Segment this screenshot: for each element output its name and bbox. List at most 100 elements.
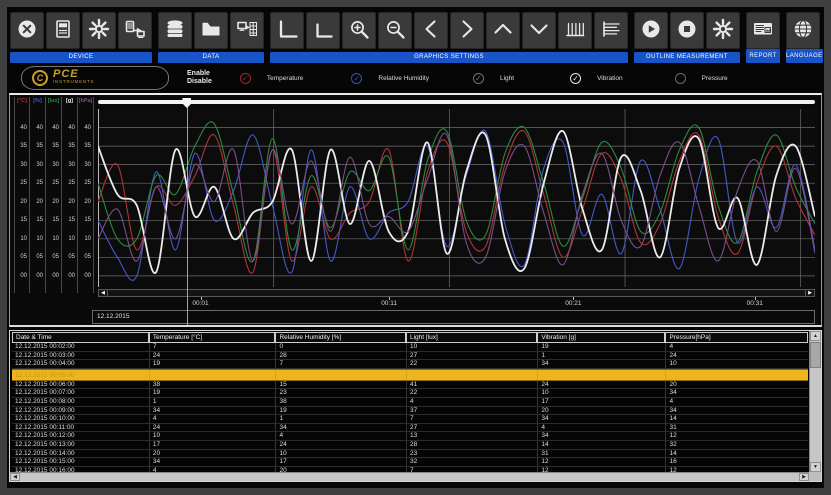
column-header-pressure-hpa[interactable]: Pressure[hPa] (665, 332, 808, 343)
axis-corner-button[interactable] (270, 12, 304, 49)
chart-scroll-right-icon[interactable]: ▶ (805, 290, 814, 296)
table-cell: 10 (406, 343, 537, 351)
table-cell: 19 (149, 389, 276, 397)
toolbar-group-language: LANGUAGE (786, 12, 823, 63)
axis-tick: 20 (46, 199, 59, 205)
language-button[interactable] (786, 12, 820, 49)
table-cell: 4 (665, 343, 808, 351)
column-header-relative-humidity[interactable]: Relative Humidity [%] (275, 332, 406, 343)
table-row[interactable]: 12.12.2015 00:08:001384174 (12, 398, 808, 407)
table-row[interactable]: 12.12.2015 00:06:003815412420 (12, 381, 808, 390)
scroll-left-icon[interactable]: ◀ (10, 473, 20, 481)
axis-tick: 25 (30, 180, 43, 186)
checkbox-icon[interactable]: ✓ (570, 73, 581, 84)
vertical-scroll-thumb[interactable] (810, 342, 821, 368)
table-cell: 22 (406, 360, 537, 368)
legend-item-temperature[interactable]: ✓Temperature (240, 73, 304, 84)
checkbox-icon[interactable]: ✓ (351, 73, 362, 84)
table-cell (537, 370, 665, 380)
axis-tick: 10 (62, 236, 75, 242)
tab-graphics-settings[interactable]: GRAPHICS SETTINGS (270, 52, 628, 63)
chart-time-slider[interactable] (98, 100, 815, 104)
table-row[interactable]: 12.12.2015 00:10:004173414 (12, 415, 808, 424)
axis-corner-alt-button[interactable] (306, 12, 340, 49)
table-cell: 32 (406, 458, 537, 466)
horizontal-scale-button[interactable] (594, 12, 628, 49)
table-cell: 19 (537, 343, 665, 351)
table-row[interactable]: 12.12.2015 00:03:00242827124 (12, 352, 808, 361)
scroll-left-button[interactable] (414, 12, 448, 49)
tab-outline-measurement[interactable]: OUTLINE MEASUREMENT (634, 52, 740, 63)
table-row-selected[interactable]: 12.12.2015 00:05:00 (12, 369, 808, 381)
slider-handle-icon[interactable] (182, 98, 191, 108)
folder-button[interactable] (194, 12, 228, 49)
column-header-temperature-c[interactable]: Temperature [°C] (149, 332, 276, 343)
scrollbar-corner (809, 472, 821, 481)
axis-tick: 40 (30, 125, 43, 131)
scroll-right-button[interactable] (450, 12, 484, 49)
checkbox-icon[interactable] (675, 73, 686, 84)
table-row[interactable]: 12.12.2015 00:02:007010194 (12, 343, 808, 352)
table-row[interactable]: 12.12.2015 00:09:003419372034 (12, 407, 808, 416)
chart-plot[interactable] (98, 109, 815, 287)
axis-tick: 25 (46, 180, 59, 186)
enable-disable-toggle[interactable]: Enable Disable (187, 70, 212, 87)
table-cell (275, 370, 406, 380)
tab-data[interactable]: DATA (158, 52, 264, 63)
legend-item-relative-humidity[interactable]: ✓ Relative Humidity (351, 73, 429, 84)
table-cell: 12.12.2015 00:14:00 (12, 450, 149, 458)
vertical-scale-button[interactable] (558, 12, 592, 49)
zoom-in-button[interactable] (342, 12, 376, 49)
scroll-up-button[interactable] (486, 12, 520, 49)
database-button[interactable] (158, 12, 192, 49)
table-row[interactable]: 12.12.2015 00:07:001923221034 (12, 389, 808, 398)
chart-scroll-left-icon[interactable]: ◀ (99, 290, 108, 296)
settings-button[interactable] (82, 12, 116, 49)
table-row[interactable]: 12.12.2015 00:12:00104133412 (12, 432, 808, 441)
table-cell: 10 (665, 360, 808, 368)
axis-tick: 00 (78, 273, 91, 279)
checkbox-icon[interactable]: ✓ (240, 73, 251, 84)
power-button[interactable] (10, 12, 44, 49)
table-cell: 31 (665, 424, 808, 432)
screen-to-table-button[interactable] (230, 12, 264, 49)
table-vertical-scrollbar[interactable]: ▲ ▼ (809, 331, 821, 472)
zoom-out-button[interactable] (378, 12, 412, 49)
device-button[interactable] (46, 12, 80, 49)
column-header-light-lux[interactable]: Light [lux] (406, 332, 537, 343)
tab-language[interactable]: LANGUAGE (786, 49, 823, 63)
table-row[interactable]: 12.12.2015 00:13:001724281432 (12, 441, 808, 450)
chart-scrollbar[interactable]: ◀ ▶ (98, 289, 815, 297)
table-cell: 12.12.2015 00:05:00 (12, 370, 149, 380)
measure-settings-button[interactable] (706, 12, 740, 49)
table-cell: 34 (537, 432, 665, 440)
table-cell: 24 (149, 424, 276, 432)
table-row[interactable]: 12.12.2015 00:11:00243427431 (12, 424, 808, 433)
column-header-vibration-g[interactable]: Vibration [g] (537, 332, 665, 343)
table-cell: 31 (537, 450, 665, 458)
scroll-down-button[interactable] (522, 12, 556, 49)
axis-tick: 10 (46, 236, 59, 242)
table-row[interactable]: 12.12.2015 00:14:002010233114 (12, 450, 808, 459)
data-table: Date & TimeTemperature [°C]Relative Humi… (12, 332, 808, 475)
table-horizontal-scrollbar[interactable]: ◀ ▶ (10, 472, 809, 481)
tab-device[interactable]: DEVICE (10, 52, 152, 63)
chart-cursor[interactable] (187, 104, 189, 325)
column-header-date-time[interactable]: Date & Time (12, 332, 149, 343)
scroll-right-icon[interactable]: ▶ (799, 473, 809, 481)
legend-item-vibration[interactable]: ✓Vibration (570, 73, 623, 84)
table-row[interactable]: 12.12.2015 00:04:00197223410 (12, 360, 808, 369)
play-button[interactable] (634, 12, 668, 49)
stop-button[interactable] (670, 12, 704, 49)
table-row[interactable]: 12.12.2015 00:15:003417321216 (12, 458, 808, 467)
toolbar-group-data: DATA (158, 12, 264, 63)
checkbox-icon[interactable]: ✓ (473, 73, 484, 84)
tab-report[interactable]: REPORT (746, 49, 780, 63)
device-to-screen-button[interactable] (118, 12, 152, 49)
scroll-up-icon[interactable]: ▲ (810, 331, 821, 341)
legend-item-light[interactable]: ✓Light (473, 73, 514, 84)
legend-item-pressure[interactable]: Pressure (675, 73, 728, 84)
report-button[interactable] (746, 12, 780, 49)
legend-label: Relative Humidity (378, 75, 429, 82)
scroll-down-icon[interactable]: ▼ (810, 462, 821, 472)
